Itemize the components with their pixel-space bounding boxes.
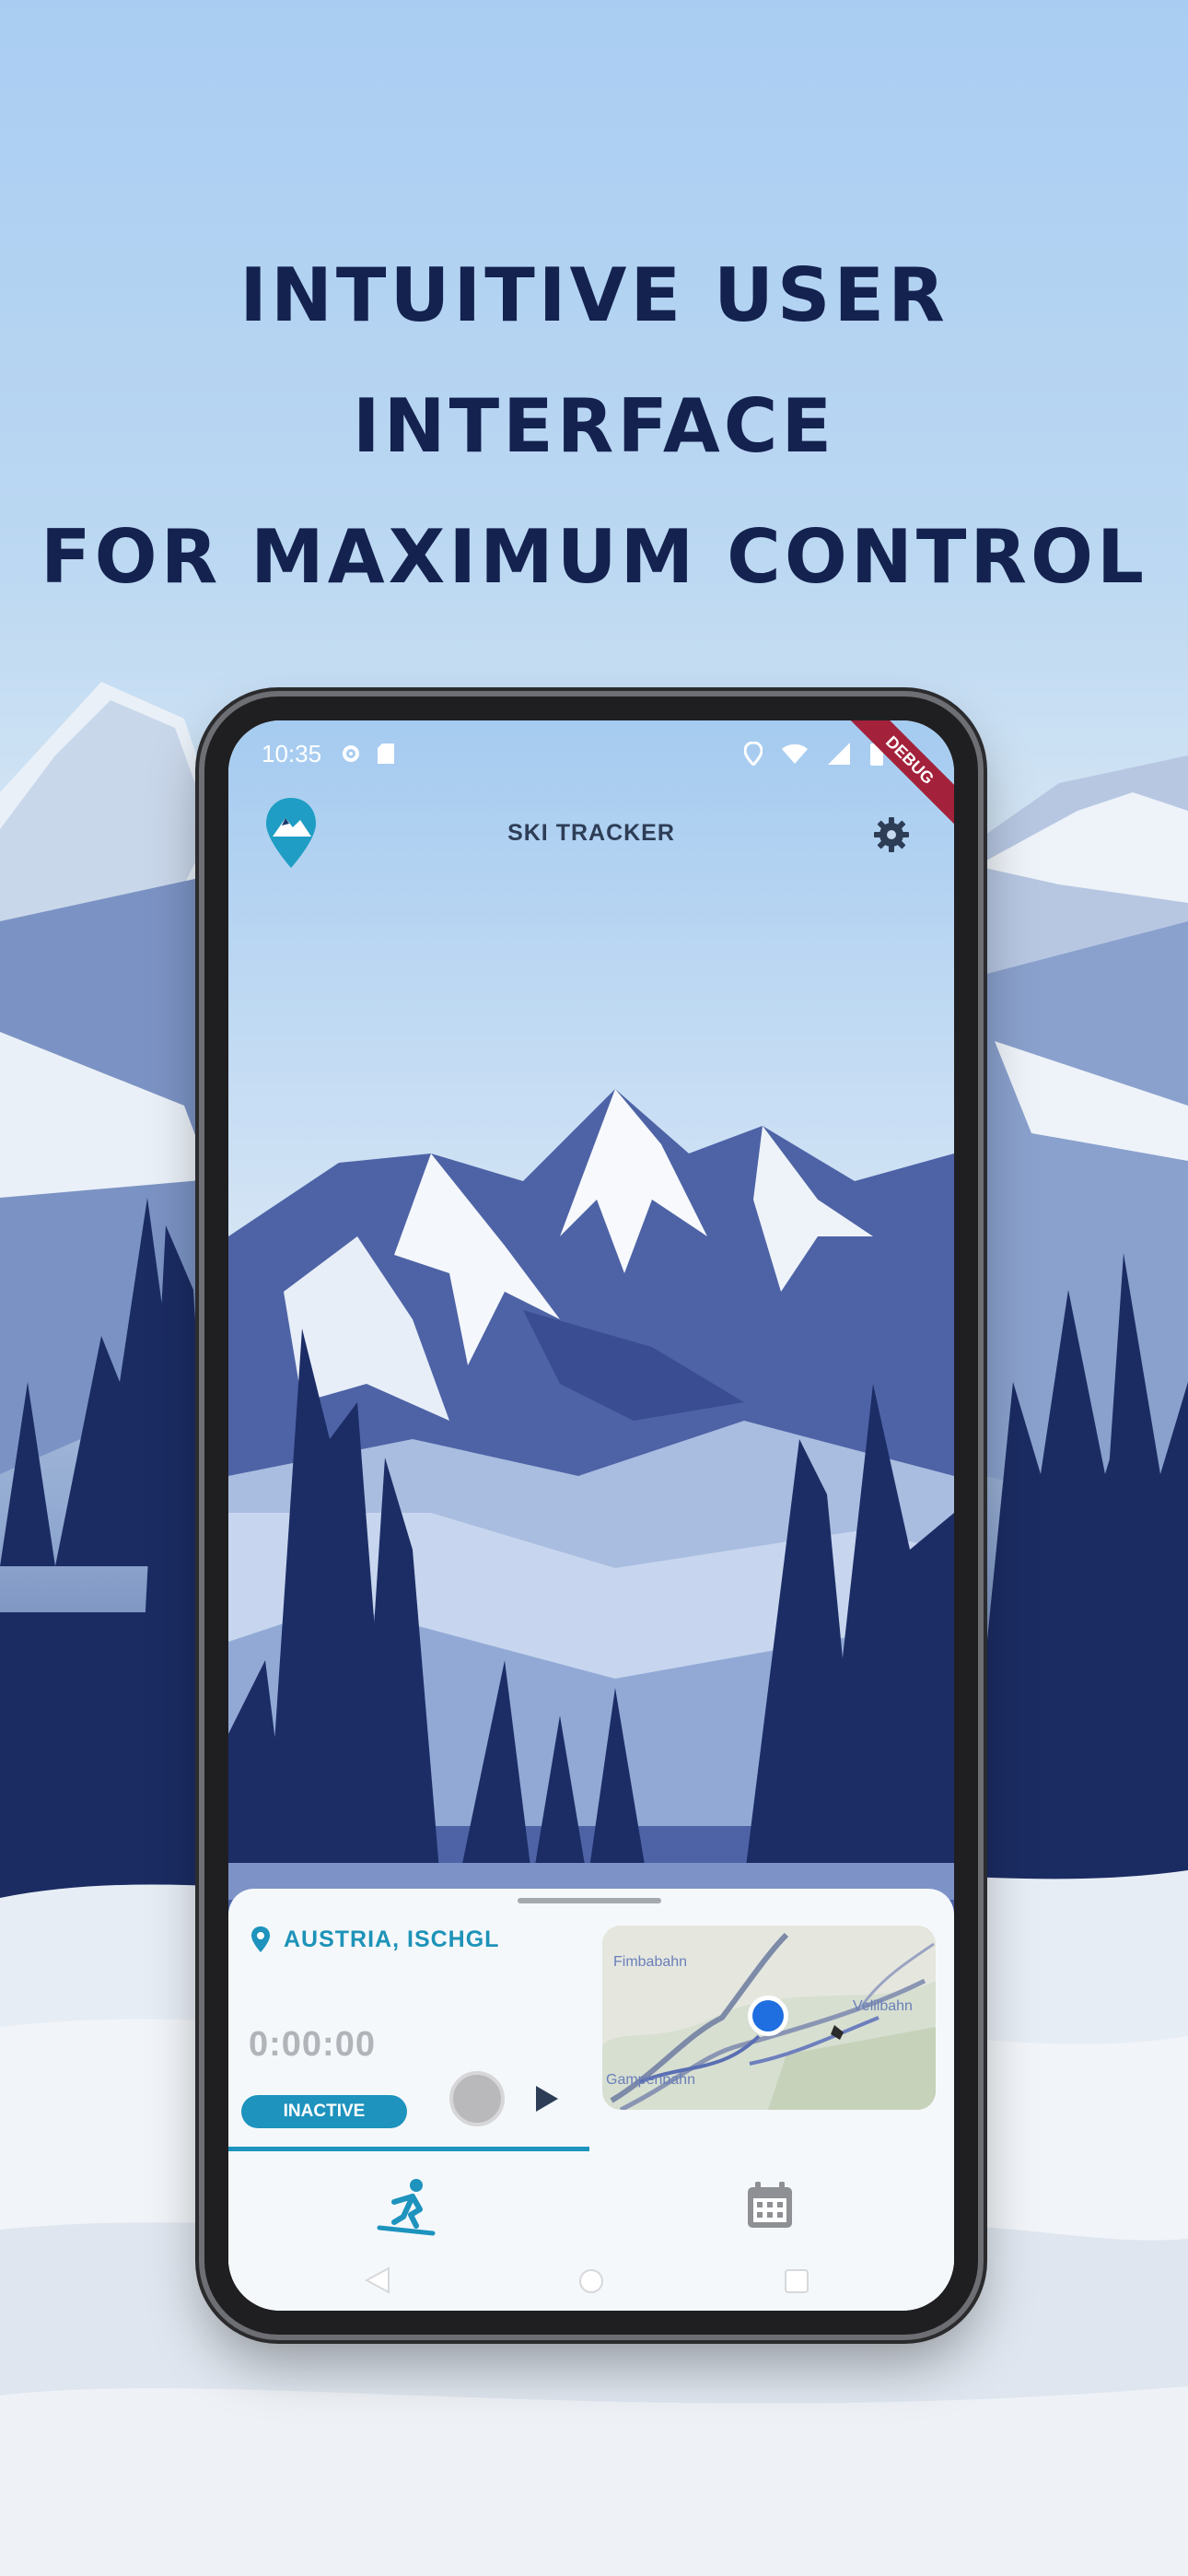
play-button[interactable] bbox=[529, 2082, 562, 2115]
app-bar: SKI TRACKER bbox=[228, 787, 954, 879]
signal-icon bbox=[828, 743, 850, 765]
location-pin-icon bbox=[744, 742, 763, 766]
location-row: AUSTRIA, ISCHGL bbox=[250, 1926, 499, 1953]
mountain-pin-logo bbox=[266, 798, 316, 868]
phone-screen: 10:35 DEBUG SKI TRACKER AUSTRIA, ISCHGL … bbox=[228, 720, 954, 2311]
map-label-1: Fimbabahn bbox=[613, 1954, 687, 1970]
location-pin-icon bbox=[251, 1926, 270, 1952]
sim-card-icon bbox=[378, 744, 395, 764]
settings-gear-icon[interactable] bbox=[871, 814, 912, 855]
map-label-2: Velilbahn bbox=[853, 1998, 913, 2014]
sheet-drag-handle[interactable] bbox=[518, 1898, 661, 1903]
tracker-bottom-sheet: AUSTRIA, ISCHGL 0:00:00 INACTIVE Fimbaba… bbox=[228, 1889, 954, 2311]
phone-frame: 10:35 DEBUG SKI TRACKER AUSTRIA, ISCHGL … bbox=[204, 697, 978, 2335]
skier-icon[interactable] bbox=[376, 2174, 440, 2239]
wifi-icon bbox=[782, 744, 808, 764]
bottom-nav bbox=[228, 2174, 954, 2248]
system-navigation bbox=[228, 2257, 954, 2303]
elapsed-timer: 0:00:00 bbox=[249, 2025, 376, 2064]
status-time: 10:35 bbox=[262, 739, 322, 767]
gear-icon bbox=[343, 745, 360, 762]
headline: INTUITIVE USER INTERFACE FOR MAXIMUM CON… bbox=[0, 230, 1188, 623]
status-badge: INACTIVE bbox=[241, 2095, 407, 2128]
map-label-3: Gampenbahn bbox=[606, 2072, 695, 2088]
location-label: AUSTRIA, ISCHGL bbox=[284, 1926, 500, 1952]
back-icon[interactable] bbox=[365, 2266, 390, 2294]
mini-map[interactable]: Fimbabahn Velilbahn Gampenbahn bbox=[602, 1926, 936, 2110]
status-bar: 10:35 DEBUG bbox=[228, 720, 954, 829]
tracking-progress-bar bbox=[228, 2147, 589, 2151]
headline-line-1: INTUITIVE USER INTERFACE bbox=[239, 252, 949, 469]
recent-apps-icon[interactable] bbox=[784, 2268, 809, 2294]
calendar-icon[interactable] bbox=[744, 2180, 796, 2231]
app-title: SKI TRACKER bbox=[507, 819, 675, 846]
headline-line-2: FOR MAXIMUM CONTROL bbox=[41, 514, 1147, 600]
record-button[interactable] bbox=[449, 2071, 505, 2126]
home-icon[interactable] bbox=[578, 2268, 604, 2294]
